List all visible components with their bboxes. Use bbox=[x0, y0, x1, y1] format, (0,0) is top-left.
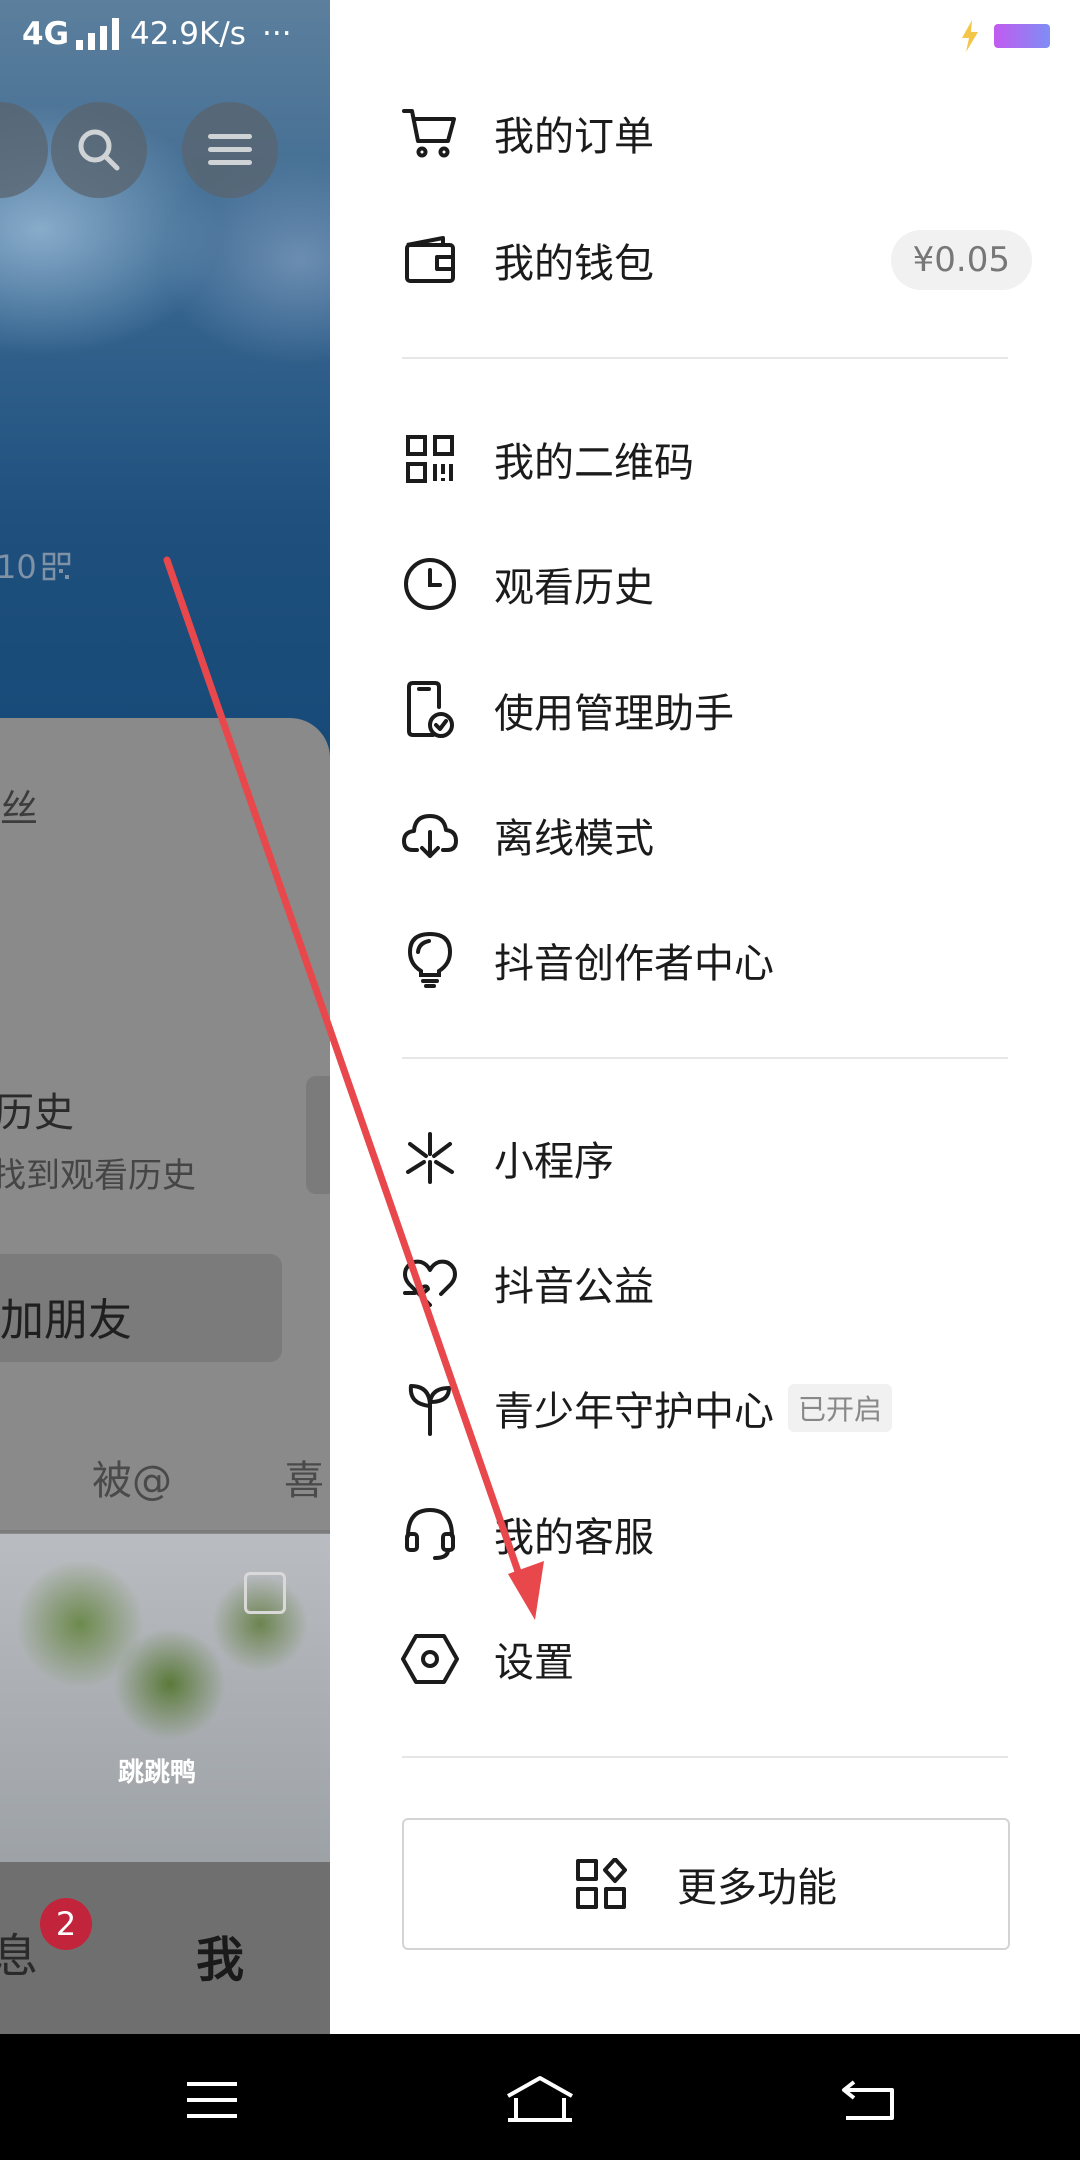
menu-item-offline-mode[interactable]: 离线模式 bbox=[400, 780, 1050, 890]
add-friend-label: 加朋友 bbox=[0, 1295, 132, 1346]
back-icon bbox=[842, 2080, 894, 2120]
menu-item-watch-history[interactable]: 观看历史 bbox=[400, 529, 1050, 639]
network-speed: 42.9K/s bbox=[130, 16, 246, 52]
headset-icon bbox=[400, 1504, 460, 1564]
status-more: ··· bbox=[262, 16, 292, 52]
qr-code-small-icon[interactable] bbox=[42, 552, 72, 582]
profile-id-fragment: 10 bbox=[0, 548, 37, 586]
menu-item-settings[interactable]: 设置 bbox=[400, 1604, 1050, 1714]
hamburger-icon bbox=[208, 134, 252, 165]
charging-icon bbox=[962, 20, 978, 52]
orders-label: 我的订单 bbox=[494, 114, 654, 160]
charity-label: 抖音公益 bbox=[494, 1264, 654, 1310]
clock-icon bbox=[400, 554, 460, 614]
fans-label: 丝 bbox=[0, 787, 39, 831]
multi-image-icon bbox=[244, 1572, 286, 1614]
grid-apps-icon bbox=[576, 1858, 627, 1909]
youth-protection-label: 青少年守护中心 bbox=[494, 1389, 774, 1435]
phone-check-icon bbox=[400, 680, 460, 740]
nav-messages[interactable]: 息 bbox=[0, 1920, 38, 1986]
charity-heart-icon bbox=[400, 1253, 460, 1313]
offline-mode-label: 离线模式 bbox=[494, 816, 654, 862]
customer-service-label: 我的客服 bbox=[494, 1515, 654, 1561]
usage-assistant-label: 使用管理助手 bbox=[494, 691, 734, 737]
hamburger-icon bbox=[187, 2082, 237, 2118]
creator-center-label: 抖音创作者中心 bbox=[494, 941, 774, 987]
qr-code-icon bbox=[400, 429, 460, 489]
menu-divider bbox=[402, 1057, 1008, 1059]
wallet-icon bbox=[400, 230, 460, 290]
nav-back-button[interactable] bbox=[828, 2060, 908, 2140]
menu-item-usage-assistant[interactable]: 使用管理助手 bbox=[400, 655, 1050, 765]
settings-label: 设置 bbox=[494, 1640, 574, 1686]
menu-item-qr-code[interactable]: 我的二维码 bbox=[400, 404, 1050, 514]
qr-code-label: 我的二维码 bbox=[494, 440, 694, 486]
lightbulb-icon bbox=[400, 930, 460, 990]
side-card bbox=[306, 1076, 330, 1194]
mini-program-icon bbox=[400, 1128, 460, 1188]
signal-icon bbox=[76, 18, 119, 50]
sprout-icon bbox=[400, 1378, 460, 1438]
nav-me[interactable]: 我 bbox=[196, 1920, 244, 1990]
wallet-balance-badge[interactable]: ¥0.05 bbox=[890, 230, 1032, 290]
nav-menu-button[interactable] bbox=[172, 2060, 252, 2140]
profile-cover bbox=[0, 0, 330, 760]
status-bar: 4G 42.9K/s ··· bbox=[0, 0, 330, 70]
watch-history-label: 观看历史 bbox=[494, 565, 654, 611]
home-icon bbox=[507, 2076, 573, 2122]
menu-item-youth-protection[interactable]: 青少年守护中心 已开启 bbox=[400, 1353, 1050, 1463]
history-card-subtitle: 找到观看历史 bbox=[0, 1156, 196, 1196]
side-drawer-menu: 我的订单 我的钱包 ¥0.05 我的二维码 观看历史 使用管理助手 离线模式 抖… bbox=[330, 0, 1080, 2034]
tab-divider bbox=[0, 1530, 330, 1533]
menu-item-creator-center[interactable]: 抖音创作者中心 bbox=[400, 905, 1050, 1015]
menu-divider bbox=[402, 357, 1008, 359]
drawer-status-bar bbox=[330, 0, 1080, 70]
menu-item-charity[interactable]: 抖音公益 bbox=[400, 1228, 1050, 1338]
tab-likes[interactable]: 喜 bbox=[284, 1448, 324, 1506]
cart-icon bbox=[400, 103, 460, 163]
video-thumbnail[interactable]: 跳跳鸭 bbox=[0, 1534, 330, 1862]
tab-mentions[interactable]: 被@ bbox=[92, 1448, 172, 1506]
history-card-title[interactable]: 历史 bbox=[0, 1080, 74, 1138]
bottom-tab-bar: 息 我 bbox=[0, 1862, 330, 2034]
network-type: 4G bbox=[22, 16, 70, 52]
system-navigation-bar bbox=[0, 2034, 1080, 2160]
menu-item-mini-programs[interactable]: 小程序 bbox=[400, 1103, 1050, 1213]
search-icon bbox=[78, 129, 120, 171]
more-features-label: 更多功能 bbox=[677, 1865, 837, 1911]
mini-programs-label: 小程序 bbox=[494, 1139, 614, 1185]
menu-item-customer-service[interactable]: 我的客服 bbox=[400, 1479, 1050, 1589]
settings-hexagon-icon bbox=[400, 1629, 460, 1689]
cloud-download-icon bbox=[400, 805, 460, 865]
wallet-label: 我的钱包 bbox=[494, 241, 654, 287]
thumbnail-caption: 跳跳鸭 bbox=[118, 1758, 197, 1788]
menu-item-orders[interactable]: 我的订单 bbox=[400, 78, 1050, 188]
battery-icon bbox=[994, 24, 1050, 48]
menu-divider bbox=[402, 1756, 1008, 1758]
menu-button[interactable] bbox=[182, 102, 278, 198]
more-features-button[interactable]: 更多功能 bbox=[402, 1818, 1010, 1950]
nav-home-button[interactable] bbox=[500, 2060, 580, 2140]
message-badge: 2 bbox=[40, 1898, 92, 1950]
youth-protection-status-tag: 已开启 bbox=[788, 1384, 893, 1432]
background-profile-page: 10 丝 历史 找到观看历史 加朋友 被@ 喜 跳跳鸭 息 我 2 bbox=[0, 0, 330, 2034]
search-button[interactable] bbox=[51, 102, 147, 198]
